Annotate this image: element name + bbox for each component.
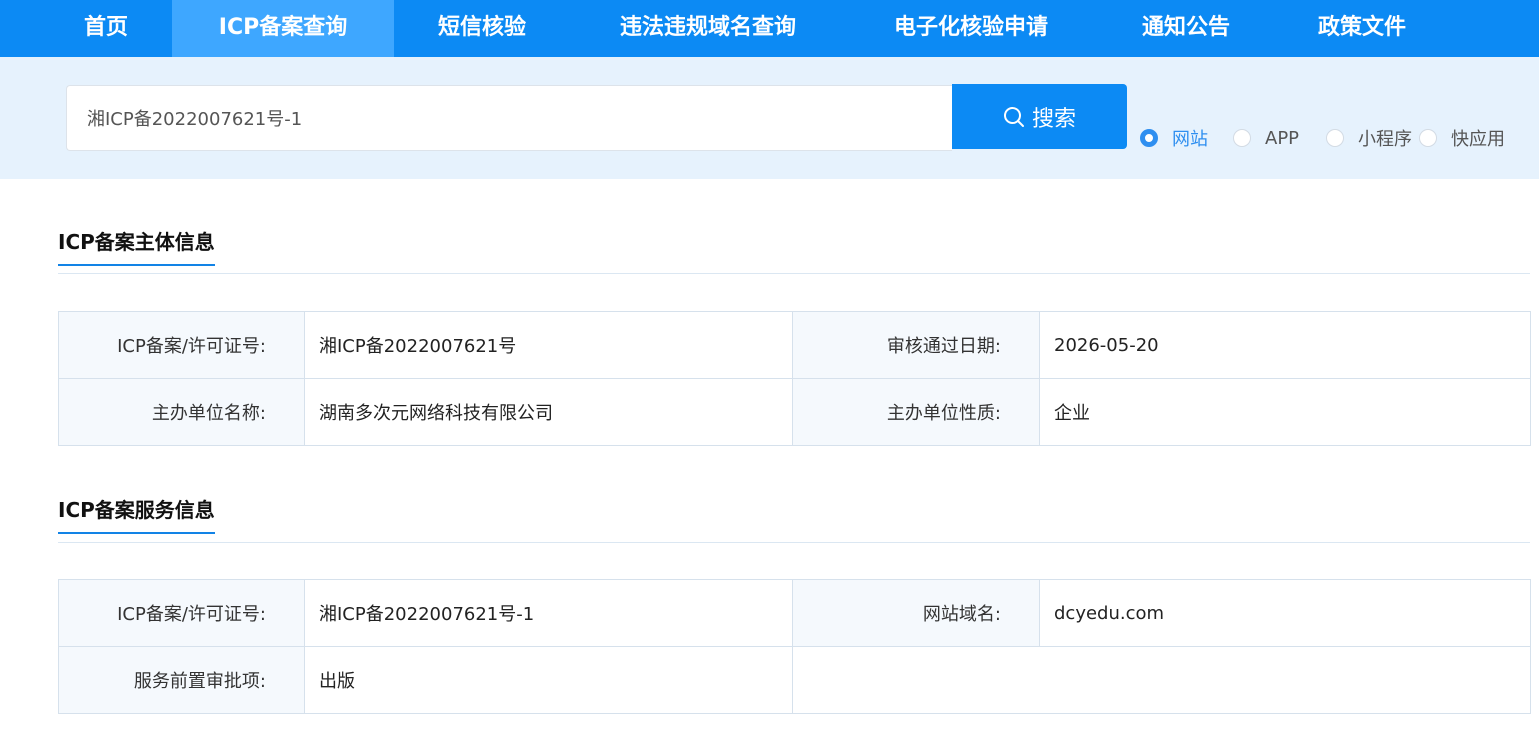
organizer-type-value: 企业 [1039,378,1531,446]
radio-quick-app[interactable]: 快应用 [1419,125,1505,151]
license-number-value: 湘ICP备2022007621号 [304,311,793,379]
field-label: 主办单位性质: [792,378,1040,446]
search-button-label: 搜索 [1031,106,1076,132]
search-button[interactable]: 搜索 [952,84,1127,149]
website-domain-value: dcyedu.com [1039,579,1531,647]
nav-illegal-domain-query[interactable]: 违法违规域名查询 [590,0,826,57]
nav-policy-docs[interactable]: 政策文件 [1292,0,1432,57]
field-label: 主办单位名称: [58,378,305,446]
search-input[interactable] [66,85,952,151]
top-nav: 首页 ICP备案查询 短信核验 违法违规域名查询 电子化核验申请 通知公告 政策… [0,0,1539,57]
radio-app-label: APP [1265,127,1300,149]
field-label: 网站域名: [792,579,1040,647]
service-license-number-value: 湘ICP备2022007621号-1 [304,579,793,647]
table-row: 主办单位名称: 湖南多次元网络科技有限公司 主办单位性质: 企业 [58,378,1531,446]
table-row: 服务前置审批项: 出版 [58,646,1531,714]
search-panel: 搜索 网站 APP 小程序 快应用 [0,57,1539,179]
table-row: ICP备案/许可证号: 湘ICP备2022007621号-1 网站域名: dcy… [58,579,1531,647]
section-divider [58,542,1530,543]
nav-icp-query[interactable]: ICP备案查询 [172,0,394,57]
nav-electronic-verify[interactable]: 电子化核验申请 [864,0,1078,57]
service-info-table: ICP备案/许可证号: 湘ICP备2022007621号-1 网站域名: dcy… [58,579,1531,714]
radio-unchecked-icon [1326,129,1344,147]
field-label: 服务前置审批项: [58,646,305,714]
radio-unchecked-icon [1233,129,1251,147]
section-divider [58,273,1530,274]
empty-cell [792,646,1531,714]
pre-approval-item-value: 出版 [304,646,793,714]
radio-mini-program[interactable]: 小程序 [1326,125,1412,151]
nav-home[interactable]: 首页 [58,0,154,57]
nav-sms-verify[interactable]: 短信核验 [412,0,552,57]
search-icon [1003,106,1032,128]
radio-mini-program-label: 小程序 [1358,129,1412,150]
radio-website-label: 网站 [1172,129,1208,150]
nav-notices[interactable]: 通知公告 [1116,0,1256,57]
radio-app[interactable]: APP [1233,125,1299,151]
field-label: 审核通过日期: [792,311,1040,379]
organizer-name-value: 湖南多次元网络科技有限公司 [304,378,793,446]
field-label: ICP备案/许可证号: [58,311,305,379]
subject-info-title: ICP备案主体信息 [58,226,215,266]
radio-unchecked-icon [1419,129,1437,147]
radio-website[interactable]: 网站 [1140,125,1208,151]
table-row: ICP备案/许可证号: 湘ICP备2022007621号 审核通过日期: 202… [58,311,1531,379]
service-info-title: ICP备案服务信息 [58,494,215,534]
radio-checked-icon [1140,129,1158,147]
radio-quick-app-label: 快应用 [1451,129,1505,150]
subject-info-table: ICP备案/许可证号: 湘ICP备2022007621号 审核通过日期: 202… [58,311,1531,446]
field-label: ICP备案/许可证号: [58,579,305,647]
approval-date-value: 2026-05-20 [1039,311,1531,379]
